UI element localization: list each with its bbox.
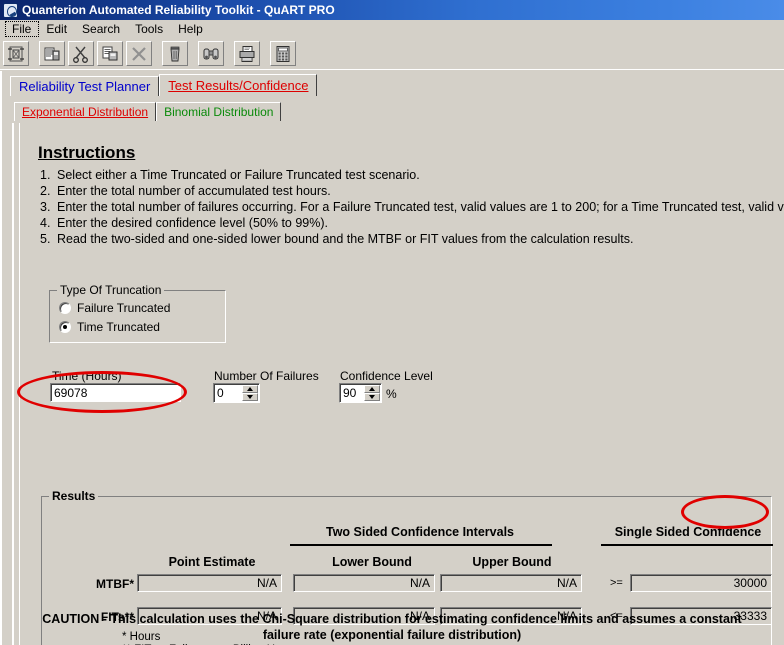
open-folder-icon[interactable] xyxy=(39,41,65,66)
column-header-lower-bound: Lower Bound xyxy=(332,555,412,569)
confidence-level-value[interactable]: 90 xyxy=(340,384,364,402)
mtbf-single-sided-value: 30000 xyxy=(630,574,772,592)
calculator-icon[interactable] xyxy=(270,41,296,66)
column-header-upper-bound: Upper Bound xyxy=(472,555,552,569)
confidence-level-label: Confidence Level xyxy=(340,369,433,383)
confidence-level-spin-buttons[interactable] xyxy=(364,385,380,401)
binoculars-find-icon[interactable] xyxy=(198,41,224,66)
tab-binomial-distribution[interactable]: Binomial Distribution xyxy=(156,102,282,121)
caution-line-1: CAUTION - This calculation uses the Chi-… xyxy=(42,612,742,626)
arrow-down-icon xyxy=(247,395,253,399)
instruction-number: 4. xyxy=(40,216,51,230)
spin-up-button[interactable] xyxy=(364,385,380,393)
menu-item-search[interactable]: Search xyxy=(75,21,128,37)
tab-test-results-confidence[interactable]: Test Results/Confidence xyxy=(159,74,318,96)
mtbf-lower-bound: N/A xyxy=(293,574,435,592)
arrow-up-icon xyxy=(247,387,253,391)
arrow-up-icon xyxy=(369,387,375,391)
time-hours-input[interactable]: 69078 xyxy=(50,383,181,402)
single-sided-header-underline xyxy=(601,544,773,546)
instruction-item-4: 4. Enter the desired confidence level (50… xyxy=(40,215,784,231)
results-legend: Results xyxy=(49,489,99,503)
single-sided-confidence-header: Single Sided Confidence xyxy=(614,525,762,539)
instruction-item-2: 2. Enter the total number of accumulated … xyxy=(40,183,784,199)
instruction-number: 5. xyxy=(40,232,51,246)
instruction-number: 2. xyxy=(40,184,51,198)
mtbf-point-estimate: N/A xyxy=(137,574,282,592)
menu-item-edit[interactable]: Edit xyxy=(39,21,75,37)
instruction-text: Read the two-sided and one-sided lower b… xyxy=(57,232,634,246)
application-window: Quanterion Automated Reliability Toolkit… xyxy=(0,0,784,645)
time-hours-label: Time (Hours) xyxy=(52,369,122,383)
number-of-failures-spin-buttons[interactable] xyxy=(242,385,258,401)
instruction-text: Enter the total number of accumulated te… xyxy=(57,184,331,198)
radio-button-selected-icon[interactable] xyxy=(59,321,71,333)
radio-label: Failure Truncated xyxy=(77,301,171,315)
type-of-truncation-group: Type Of Truncation Failure Truncated Tim… xyxy=(49,283,226,343)
instructions-heading: Instructions xyxy=(38,143,136,162)
instruction-text: Select either a Time Truncated or Failur… xyxy=(57,168,420,182)
radio-failure-truncated[interactable]: Failure Truncated xyxy=(59,301,170,315)
tab-reliability-test-planner[interactable]: Reliability Test Planner xyxy=(10,76,160,96)
instruction-number: 1. xyxy=(40,168,51,182)
radio-time-truncated[interactable]: Time Truncated xyxy=(59,320,160,334)
number-of-failures-value[interactable]: 0 xyxy=(214,384,242,402)
menu-item-help[interactable]: Help xyxy=(171,21,211,37)
client-area: Reliability Test Planner Test Results/Co… xyxy=(0,71,784,645)
instruction-number: 3. xyxy=(40,200,51,214)
number-of-failures-stepper[interactable]: 0 xyxy=(213,383,260,403)
printer-icon[interactable] xyxy=(234,41,260,66)
instruction-item-5: 5. Read the two-sided and one-sided lower… xyxy=(40,231,784,247)
title-bar: Quanterion Automated Reliability Toolkit… xyxy=(0,0,784,20)
radio-button-icon[interactable] xyxy=(59,302,71,314)
instruction-text: Enter the total number of failures occur… xyxy=(57,200,784,214)
number-of-failures-label: Number Of Failures xyxy=(214,369,319,383)
caution-line-2: failure rate (exponential failure distri… xyxy=(262,628,522,642)
confidence-level-stepper[interactable]: 90 xyxy=(339,383,382,403)
menu-item-tools[interactable]: Tools xyxy=(128,21,171,37)
cut-scissors-icon[interactable] xyxy=(68,41,94,66)
instruction-item-3: 3. Enter the total number of failures occ… xyxy=(40,199,784,215)
confidence-level-unit: % xyxy=(386,387,397,401)
radio-label: Time Truncated xyxy=(77,320,160,334)
mtbf-single-sided-operator: >= xyxy=(610,577,623,589)
row-label-mtbf: MTBF* xyxy=(96,577,134,591)
spin-down-button[interactable] xyxy=(364,393,380,401)
column-header-point-estimate: Point Estimate xyxy=(168,555,256,569)
two-sided-header-underline xyxy=(290,544,552,546)
trash-bin-icon[interactable] xyxy=(162,41,188,66)
type-of-truncation-legend: Type Of Truncation xyxy=(57,283,165,297)
menu-item-file[interactable]: File xyxy=(5,21,40,37)
instruction-text: Enter the desired confidence level (50% … xyxy=(57,216,328,230)
instruction-item-1: 1. Select either a Time Truncated or Fail… xyxy=(40,167,784,183)
toolbar xyxy=(0,38,784,70)
mtbf-upper-bound: N/A xyxy=(440,574,582,592)
menu-bar: File Edit Search Tools Help xyxy=(0,20,784,38)
two-sided-confidence-header: Two Sided Confidence Intervals xyxy=(326,525,514,539)
quart-logo-icon xyxy=(3,2,18,18)
spin-up-button[interactable] xyxy=(242,385,258,393)
arrow-down-icon xyxy=(369,395,375,399)
instructions-list: 1. Select either a Time Truncated or Fail… xyxy=(40,167,784,247)
tab-exponential-distribution[interactable]: Exponential Distribution xyxy=(14,102,157,121)
spin-down-button[interactable] xyxy=(242,393,258,401)
window-title: Quanterion Automated Reliability Toolkit… xyxy=(22,3,335,17)
new-document-icon[interactable] xyxy=(3,41,29,66)
copy-icon[interactable] xyxy=(97,41,123,66)
primary-tab-strip: Reliability Test Planner Test Results/Co… xyxy=(10,74,318,96)
secondary-tab-strip: Exponential Distribution Binomial Distri… xyxy=(14,101,282,121)
delete-x-icon[interactable] xyxy=(126,41,152,66)
